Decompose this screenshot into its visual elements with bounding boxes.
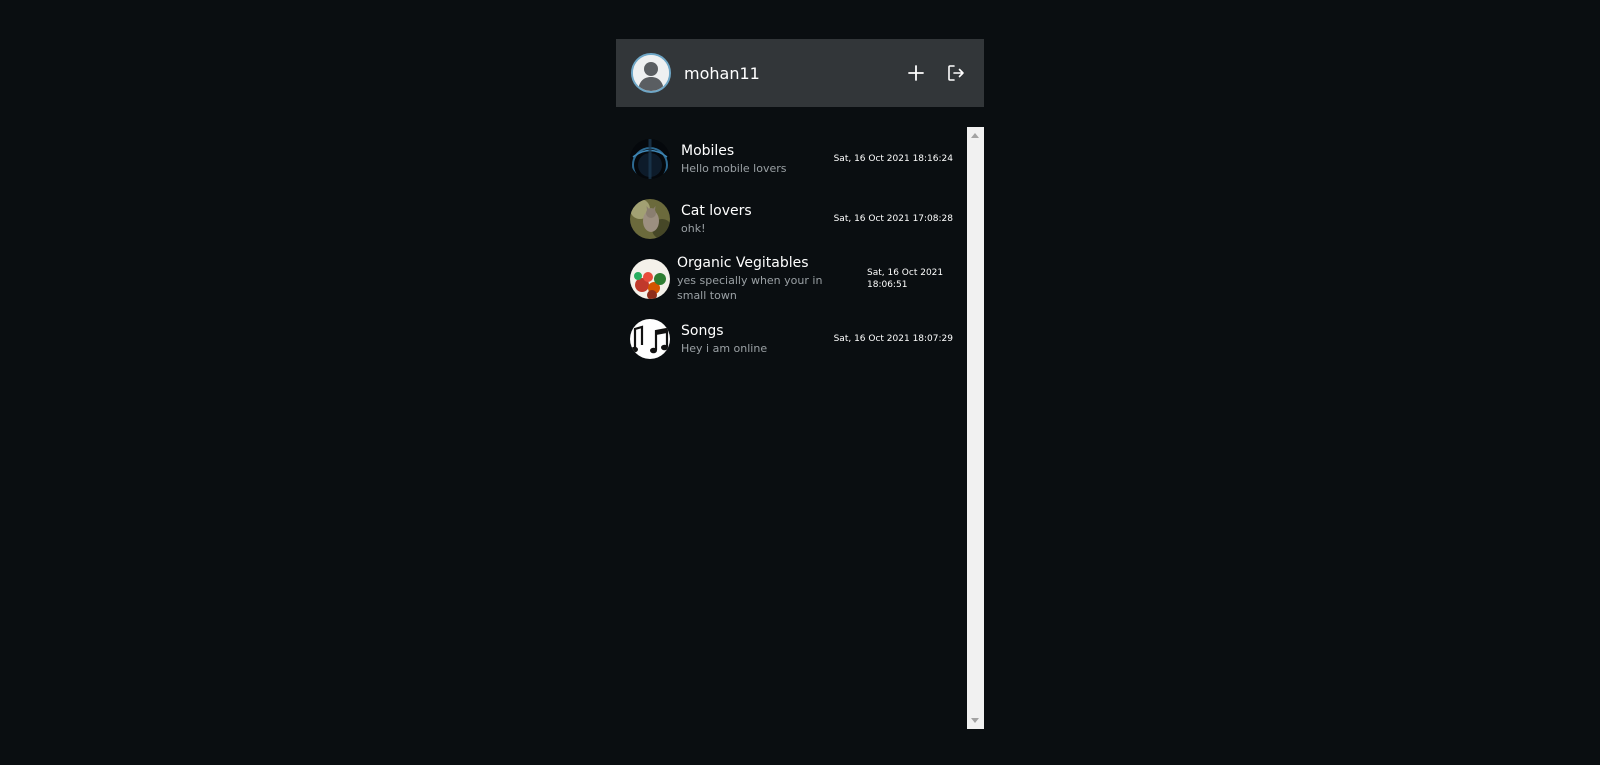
chat-text: Songs Hey i am online — [681, 323, 834, 356]
chat-list-container: Mobiles Hello mobile lovers Sat, 16 Oct … — [616, 127, 984, 729]
add-chat-button[interactable] — [904, 61, 928, 85]
chat-text: Mobiles Hello mobile lovers — [681, 143, 834, 176]
chat-avatar-cat-lovers — [630, 199, 670, 239]
sidebar-header: mohan11 — [616, 39, 984, 107]
chat-timestamp: Sat, 16 Oct 2021 18:06:51 — [867, 268, 944, 290]
chat-text: Cat lovers ohk! — [681, 203, 834, 236]
chat-last-message: ohk! — [681, 221, 706, 235]
chat-item-songs[interactable]: Songs Hey i am online Sat, 16 Oct 2021 1… — [616, 313, 967, 365]
user-silhouette-icon — [633, 55, 669, 91]
scroll-up-arrow-icon[interactable] — [971, 133, 979, 138]
chat-last-message: yes specially when your in small town — [677, 274, 823, 302]
chat-list: Mobiles Hello mobile lovers Sat, 16 Oct … — [616, 127, 967, 729]
vegetables-image — [630, 259, 670, 299]
chat-name: Songs — [681, 322, 724, 339]
chat-name: Cat lovers — [681, 202, 752, 219]
cat-image — [630, 199, 670, 239]
chat-timestamp: Sat, 16 Oct 2021 18:16:24 — [833, 154, 953, 164]
plus-icon — [908, 65, 924, 81]
header-actions — [888, 61, 968, 85]
chat-timestamp: Sat, 16 Oct 2021 17:08:28 — [833, 214, 953, 224]
scroll-down-arrow-icon[interactable] — [971, 718, 979, 723]
username: mohan11 — [684, 63, 760, 83]
user-avatar[interactable] — [631, 53, 671, 93]
chat-last-message: Hey i am online — [681, 341, 768, 355]
chat-last-message: Hello mobile lovers — [681, 161, 787, 175]
chat-avatar-organic-vegitables — [630, 259, 670, 299]
chat-name: Organic Vegitables — [677, 255, 809, 271]
logout-button[interactable] — [944, 61, 968, 85]
chat-name: Mobiles — [681, 142, 735, 159]
chat-item-mobiles[interactable]: Mobiles Hello mobile lovers Sat, 16 Oct … — [616, 135, 967, 183]
chat-list-scrollbar[interactable] — [967, 127, 984, 729]
chat-avatar-songs — [630, 319, 670, 359]
chat-item-cat-lovers[interactable]: Cat lovers ohk! Sat, 16 Oct 2021 17:08:2… — [616, 195, 967, 243]
chat-sidebar: mohan11 Mobiles Hello mobile lovers Sat,… — [616, 39, 984, 729]
logout-icon — [948, 65, 964, 81]
chat-item-organic-vegitables[interactable]: Organic Vegitables yes specially when yo… — [616, 253, 967, 305]
chat-text: Organic Vegitables yes specially when yo… — [677, 255, 863, 303]
phone-image — [630, 139, 670, 179]
chat-timestamp: Sat, 16 Oct 2021 18:07:29 — [833, 334, 953, 344]
chat-avatar-mobiles — [630, 139, 670, 179]
music-notes-image — [630, 319, 670, 359]
